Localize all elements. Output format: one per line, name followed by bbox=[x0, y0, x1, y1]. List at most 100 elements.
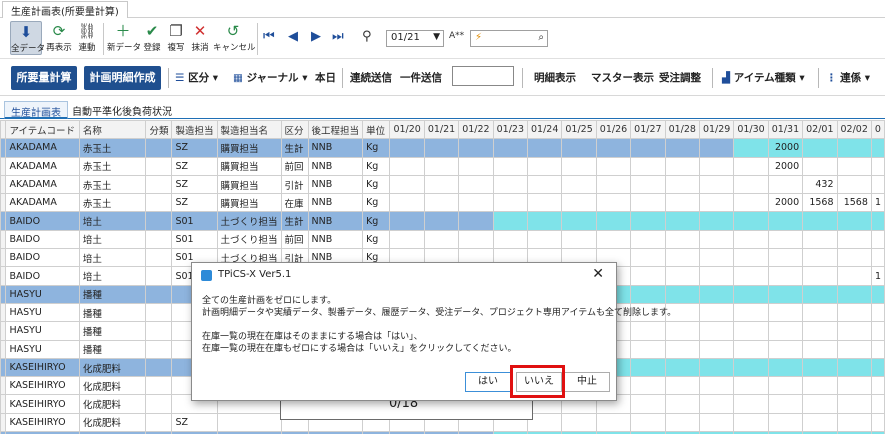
cell-date[interactable] bbox=[698, 211, 735, 231]
cell-code[interactable]: BAIDO bbox=[5, 248, 80, 268]
cell-date[interactable] bbox=[836, 248, 872, 268]
cell-date[interactable] bbox=[733, 376, 769, 396]
cell-date[interactable] bbox=[492, 156, 529, 176]
cell-date[interactable] bbox=[767, 321, 804, 341]
cell-date[interactable] bbox=[664, 211, 700, 231]
col-header[interactable]: 0 bbox=[870, 120, 885, 140]
cell-date[interactable] bbox=[423, 174, 460, 195]
cell-date[interactable] bbox=[802, 266, 838, 286]
cell-date[interactable] bbox=[526, 138, 563, 158]
cell-date[interactable] bbox=[698, 138, 735, 158]
next-page-icon[interactable]: ▶ bbox=[311, 29, 321, 44]
cell-cls[interactable] bbox=[145, 138, 173, 158]
cell-date[interactable] bbox=[802, 211, 838, 231]
table-row[interactable]: BAIDO 培土 S01 土づくり担当 前回 NNB Kg bbox=[0, 229, 885, 250]
cell-date[interactable] bbox=[561, 174, 597, 195]
cell-mgr[interactable]: S01 bbox=[171, 229, 218, 250]
link-more-menu[interactable]: ⋮ 連係 ▾ bbox=[826, 70, 870, 85]
cell-date[interactable] bbox=[733, 321, 769, 341]
cell-div[interactable]: 生計 bbox=[280, 138, 309, 158]
cell-date[interactable] bbox=[561, 412, 597, 433]
cell-date[interactable] bbox=[836, 229, 872, 250]
cell-date[interactable] bbox=[802, 339, 838, 359]
cell-cls[interactable] bbox=[145, 193, 173, 213]
cell-date[interactable] bbox=[698, 248, 735, 268]
cancel-button[interactable]: ↺ キャンセル bbox=[213, 21, 256, 53]
cell-date[interactable] bbox=[870, 412, 885, 433]
cell-mgr[interactable]: SZ bbox=[171, 138, 218, 158]
cell-date[interactable] bbox=[733, 211, 769, 231]
cell-date[interactable] bbox=[836, 174, 872, 195]
cell-date[interactable] bbox=[802, 412, 838, 433]
cell-date[interactable] bbox=[802, 229, 838, 250]
cell-date[interactable] bbox=[870, 211, 885, 231]
cell-mgrname[interactable]: 土づくり担当 bbox=[216, 229, 282, 250]
cell-code[interactable]: KASEIHIRYO bbox=[5, 376, 80, 396]
cell-date[interactable] bbox=[733, 229, 769, 250]
cell-date[interactable] bbox=[802, 394, 838, 414]
cell-mgr[interactable]: S01 bbox=[171, 211, 218, 231]
cell-date[interactable] bbox=[836, 321, 872, 341]
mrp-calc-button[interactable]: 所要量計算 bbox=[11, 66, 77, 90]
cell-date[interactable] bbox=[733, 302, 769, 323]
cell-name[interactable]: 化成肥料 bbox=[78, 357, 147, 378]
new-data-button[interactable]: ＋ 新データ bbox=[107, 21, 141, 53]
single-send-button[interactable]: 一件送信 bbox=[400, 70, 442, 85]
col-header[interactable]: 01/20 bbox=[389, 120, 425, 140]
send-text-input[interactable] bbox=[452, 66, 514, 86]
cell-date[interactable] bbox=[561, 138, 597, 158]
cell-name[interactable]: 播種 bbox=[78, 284, 147, 304]
cell-date[interactable] bbox=[561, 156, 597, 176]
cell-code[interactable]: KASEIHIRYO bbox=[5, 357, 80, 378]
batch-send-button[interactable]: 連続送信 bbox=[350, 70, 392, 85]
cell-name[interactable]: 播種 bbox=[78, 321, 147, 341]
cell-date[interactable] bbox=[870, 357, 885, 378]
cell-date[interactable] bbox=[492, 174, 529, 195]
cell-date[interactable] bbox=[630, 229, 666, 250]
cell-date[interactable] bbox=[526, 156, 563, 176]
col-header[interactable]: 02/01 bbox=[802, 120, 838, 140]
cell-date[interactable] bbox=[767, 266, 804, 286]
cell-cls[interactable] bbox=[145, 339, 173, 359]
cell-date[interactable] bbox=[836, 394, 872, 414]
col-header[interactable]: 後工程担当 bbox=[307, 120, 364, 140]
cell-date[interactable] bbox=[630, 266, 666, 286]
cell-date[interactable] bbox=[595, 211, 632, 231]
cell-date[interactable] bbox=[870, 339, 885, 359]
cell-mgrname[interactable]: 購買担当 bbox=[216, 156, 282, 176]
cell-date[interactable] bbox=[526, 229, 563, 250]
cell-date[interactable] bbox=[767, 284, 804, 304]
division-menu[interactable]: ☰ 区分 ▾ bbox=[175, 70, 218, 85]
search-input[interactable]: ⚡ ⌕ bbox=[470, 30, 548, 47]
cell-code[interactable]: BAIDO bbox=[5, 229, 80, 250]
cell-next[interactable]: NNB bbox=[307, 229, 364, 250]
cell-date[interactable] bbox=[733, 174, 769, 195]
col-header[interactable]: 名称 bbox=[78, 120, 147, 140]
cell-date[interactable]: 2000 bbox=[767, 138, 804, 158]
cell-date[interactable] bbox=[836, 266, 872, 286]
cell-name[interactable]: 培土 bbox=[78, 229, 147, 250]
cell-date[interactable] bbox=[389, 138, 425, 158]
cell-date[interactable] bbox=[561, 229, 597, 250]
cell-date[interactable] bbox=[802, 321, 838, 341]
cell-mgr[interactable]: SZ bbox=[171, 193, 218, 213]
cell-date[interactable] bbox=[664, 357, 700, 378]
cell-date[interactable] bbox=[870, 174, 885, 195]
cell-date[interactable] bbox=[595, 229, 632, 250]
cell-date[interactable] bbox=[767, 174, 804, 195]
cell-cls[interactable] bbox=[145, 357, 173, 378]
cell-date[interactable] bbox=[664, 412, 700, 433]
cell-date[interactable]: 432 bbox=[802, 174, 838, 195]
cell-date[interactable] bbox=[492, 229, 529, 250]
cell-date[interactable] bbox=[767, 339, 804, 359]
cell-date[interactable] bbox=[630, 394, 666, 414]
col-header[interactable]: 01/23 bbox=[492, 120, 529, 140]
cell-date[interactable] bbox=[870, 284, 885, 304]
tab-load-status[interactable]: 自動平準化後負荷状況 bbox=[66, 101, 178, 119]
cell-cls[interactable] bbox=[145, 229, 173, 250]
cell-name[interactable]: 赤玉土 bbox=[78, 193, 147, 213]
cell-name[interactable]: 培土 bbox=[78, 266, 147, 286]
cell-date[interactable] bbox=[836, 138, 872, 158]
cell-date[interactable] bbox=[698, 394, 735, 414]
col-header[interactable]: 01/29 bbox=[698, 120, 735, 140]
